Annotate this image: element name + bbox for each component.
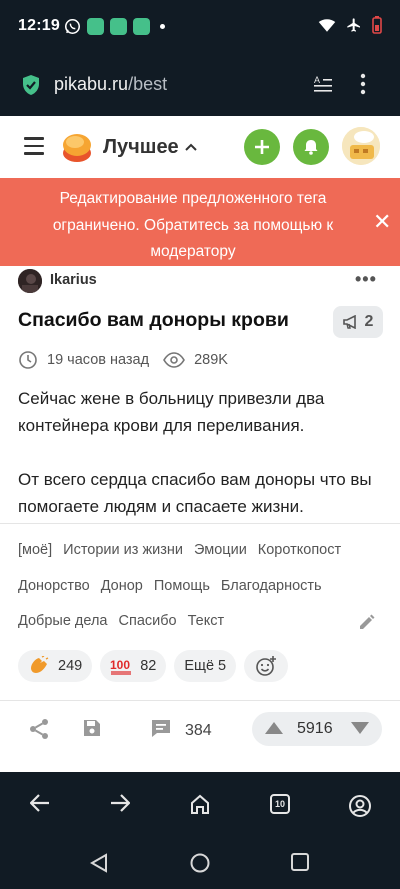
hundred-icon: 100 — [110, 658, 132, 675]
author-avatar[interactable] — [18, 269, 42, 293]
tag[interactable]: Донор — [101, 569, 143, 605]
downvote-icon[interactable] — [350, 721, 370, 735]
post-views: 289K — [194, 352, 228, 368]
browser-menu-icon[interactable] — [360, 73, 366, 95]
tag[interactable]: Добрые дела — [18, 604, 108, 640]
upvote-icon[interactable] — [264, 721, 284, 735]
post-more-icon[interactable]: ••• — [355, 269, 377, 290]
tag[interactable]: Спасибо — [119, 604, 177, 640]
reaction-count: 249 — [58, 658, 83, 674]
status-time: 12:19 — [18, 17, 60, 34]
notifications-button[interactable] — [293, 129, 329, 165]
account-icon[interactable] — [348, 794, 372, 818]
tag[interactable]: Донорство — [18, 569, 90, 605]
reader-mode-icon[interactable]: A — [314, 74, 336, 94]
battery-icon — [372, 16, 382, 34]
home-icon[interactable] — [190, 794, 210, 814]
svg-text:100: 100 — [110, 658, 130, 672]
add-post-button[interactable] — [244, 129, 280, 165]
reactions: 249 100 82 Ещё 5 — [18, 650, 289, 682]
browser-bottom-bar: 10 — [0, 772, 400, 839]
page-title[interactable]: Лучшее — [103, 136, 179, 159]
post-title[interactable]: Спасибо вам доноры крови — [18, 309, 289, 332]
comments-count[interactable]: 384 — [185, 722, 212, 740]
pikabu-logo[interactable] — [60, 131, 94, 163]
shield-check-icon[interactable] — [22, 74, 40, 96]
url-host: pikabu.ru — [54, 74, 129, 94]
back-arrow-icon[interactable] — [30, 794, 50, 812]
smile-plus-icon — [256, 656, 277, 676]
post-meta: 19 часов назад 289K — [18, 350, 228, 370]
author-name[interactable]: Ikarius — [50, 272, 97, 288]
megaphone-icon — [342, 315, 356, 329]
svg-text:A: A — [314, 75, 320, 85]
post-tags: [моё] Истории из жизни Эмоции Короткопос… — [18, 533, 368, 640]
chevron-up-icon[interactable] — [185, 143, 197, 151]
status-bar: 12:19 — [0, 0, 400, 54]
forward-arrow-icon[interactable] — [110, 794, 130, 812]
tag[interactable]: Короткопост — [258, 533, 341, 569]
rating-control: 5916 — [252, 712, 382, 746]
post-card: Ikarius ••• Спасибо вам доноры крови 2 1… — [0, 266, 400, 772]
tag[interactable]: Благодарность — [221, 569, 322, 605]
url-path: /best — [128, 74, 168, 94]
shield-notification-icon — [110, 18, 127, 35]
clock-icon — [19, 351, 37, 369]
tabs-button[interactable]: 10 — [270, 794, 290, 814]
reaction-clap[interactable]: 249 — [18, 650, 93, 682]
browser-url-bar: pikabu.ru/best A — [0, 54, 400, 116]
wifi-icon — [318, 19, 336, 32]
eye-icon — [163, 352, 186, 368]
add-reaction-button[interactable] — [244, 650, 289, 682]
tag[interactable]: Эмоции — [194, 533, 247, 569]
post-paragraph: От всего сердца спасибо вам доноры что в… — [18, 470, 372, 516]
divider — [0, 700, 400, 701]
bell-icon — [304, 140, 318, 155]
post-paragraph: Сейчас жене в больницу привезли два конт… — [18, 389, 325, 435]
share-icon[interactable] — [28, 718, 50, 740]
tag[interactable]: Текст — [188, 604, 225, 640]
system-nav-bar — [0, 839, 400, 889]
post-time: 19 часов назад — [47, 352, 150, 368]
avatar-image — [342, 127, 380, 165]
save-icon[interactable] — [82, 718, 102, 738]
airplane-icon — [347, 18, 360, 32]
more-notifications-dot-icon — [160, 24, 165, 29]
shield-notification-icon-2 — [133, 18, 150, 35]
divider — [0, 523, 400, 524]
hamburger-menu-icon[interactable] — [24, 137, 44, 155]
user-avatar[interactable] — [342, 127, 380, 165]
comments-icon[interactable] — [150, 718, 172, 739]
edit-tags-icon[interactable] — [358, 613, 376, 631]
clap-icon — [31, 656, 49, 673]
tag[interactable]: Истории из жизни — [63, 533, 183, 569]
whatsapp-icon — [64, 18, 81, 35]
comments-badge[interactable]: 2 — [333, 306, 383, 338]
reaction-count: 82 — [140, 658, 157, 674]
more-reactions-label: Ещё 5 — [184, 658, 227, 674]
post-actions: 384 5916 — [0, 706, 400, 756]
plus-icon — [255, 140, 269, 154]
nav-recents-icon[interactable] — [291, 853, 309, 871]
more-reactions-button[interactable]: Ещё 5 — [174, 650, 237, 682]
nav-back-icon[interactable] — [90, 853, 108, 873]
rating-value: 5916 — [297, 720, 333, 737]
site-header: Лучшее — [0, 116, 400, 180]
author-avatar-image — [18, 269, 42, 293]
app-notification-icon — [87, 18, 104, 35]
error-toast: Редактирование предложенного тега ограни… — [0, 178, 400, 266]
address-field[interactable]: pikabu.ru/best — [54, 74, 167, 95]
toast-message: Редактирование предложенного тега ограни… — [52, 190, 334, 260]
comments-badge-count: 2 — [364, 313, 374, 330]
tag[interactable]: Помощь — [154, 569, 210, 605]
nav-home-icon[interactable] — [190, 853, 210, 873]
reaction-hundred[interactable]: 100 82 — [100, 650, 167, 682]
close-icon[interactable]: ✕ — [373, 211, 391, 233]
tag[interactable]: [моё] — [18, 533, 52, 569]
